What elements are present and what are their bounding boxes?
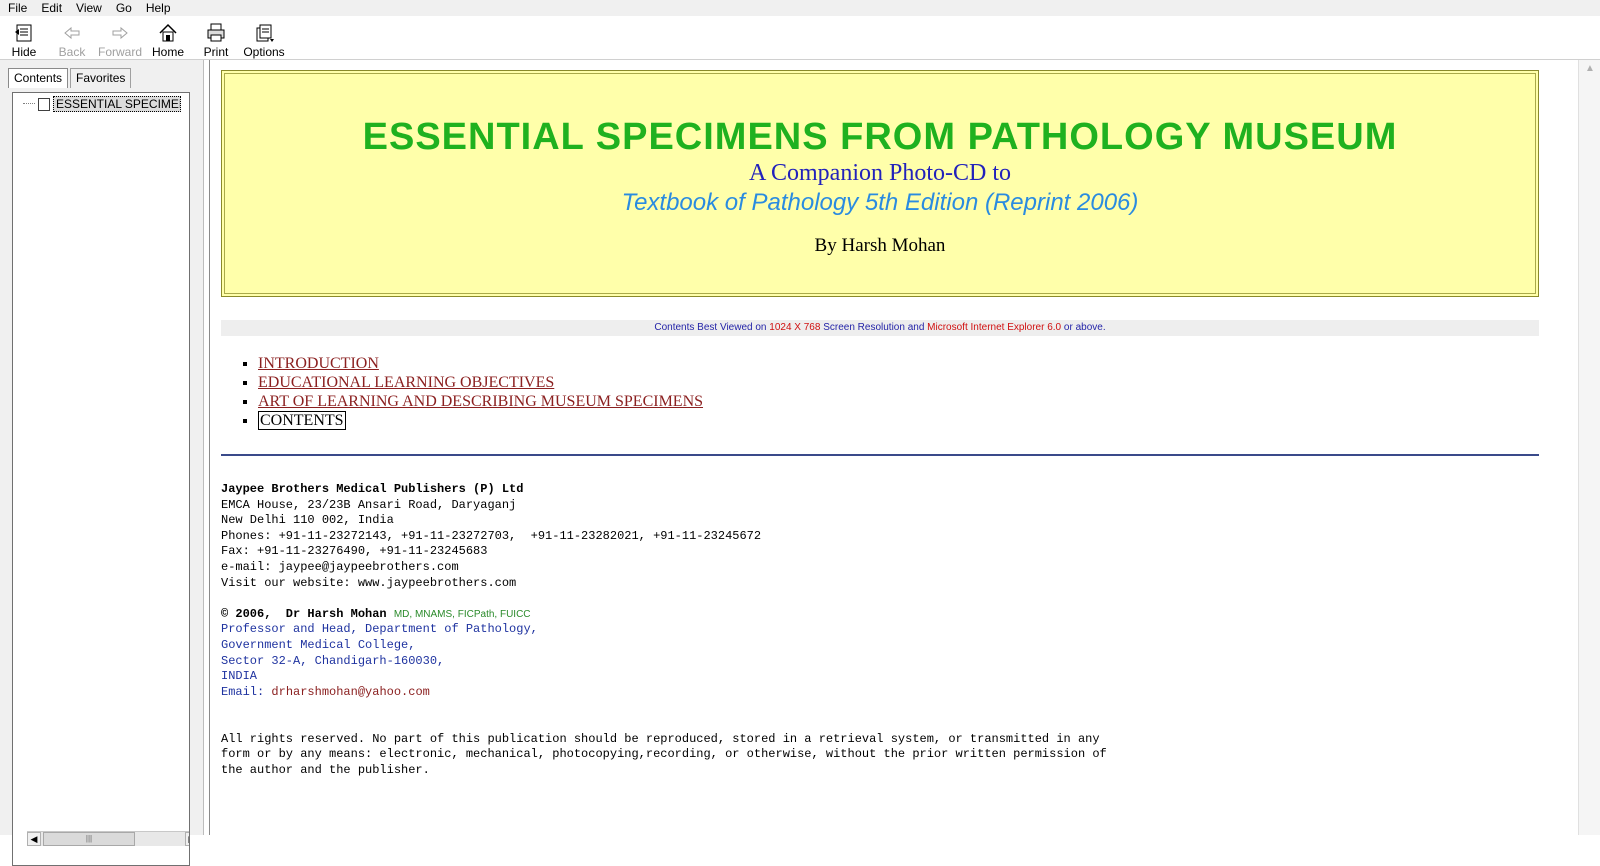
notice-text-3: or above. xyxy=(1061,322,1106,333)
back-label: Back xyxy=(58,45,86,59)
link-introduction[interactable]: INTRODUCTION xyxy=(258,355,379,372)
title-banner: ESSENTIAL SPECIMENS FROM PATHOLOGY MUSEU… xyxy=(221,70,1539,297)
notice-resolution: 1024 X 768 xyxy=(769,322,821,333)
home-icon xyxy=(159,23,177,42)
forward-label: Forward xyxy=(97,45,142,59)
menu-help[interactable]: Help xyxy=(138,1,177,15)
hide-button[interactable]: Hide xyxy=(0,16,48,59)
scroll-right-icon[interactable]: ▶ xyxy=(185,832,189,846)
tab-favorites[interactable]: Favorites xyxy=(70,68,132,88)
print-label: Print xyxy=(203,45,229,59)
back-arrow-icon xyxy=(64,26,80,40)
scroll-thumb[interactable]: ||| xyxy=(43,832,135,846)
viewing-notice: Contents Best Viewed on 1024 X 768 Scree… xyxy=(221,320,1539,336)
publisher-info: Jaypee Brothers Medical Publishers (P) L… xyxy=(221,482,1107,778)
author-line: By Harsh Mohan xyxy=(814,235,946,256)
divider xyxy=(221,454,1539,456)
list-item: INTRODUCTION xyxy=(258,354,703,373)
contents-tree[interactable]: ESSENTIAL SPECIMENS F ◀ ||| ▶ xyxy=(12,92,190,866)
pane-tabs: Contents Favorites xyxy=(8,68,133,88)
list-item: CONTENTS xyxy=(258,411,703,430)
scroll-up-icon[interactable]: ▲ xyxy=(1579,60,1600,78)
printer-icon xyxy=(207,23,225,42)
rights-line-3: the author and the publisher. xyxy=(221,762,430,777)
section-links: INTRODUCTION EDUCATIONAL LEARNING OBJECT… xyxy=(240,354,703,430)
rights-line-2: form or by any means: electronic, mechan… xyxy=(221,747,1107,762)
publisher-website: Visit our website: www.jaypeebrothers.co… xyxy=(221,575,517,590)
rights-line-1: All rights reserved. No part of this pub… xyxy=(221,731,1100,746)
options-label: Options xyxy=(243,45,285,59)
menu-view[interactable]: View xyxy=(68,1,108,15)
publisher-name: Jaypee Brothers Medical Publishers (P) L… xyxy=(221,482,524,496)
author-line-4: INDIA xyxy=(221,669,258,684)
horizontal-scrollbar[interactable]: ◀ ||| ▶ xyxy=(27,831,189,846)
back-button[interactable]: Back xyxy=(48,16,96,59)
notice-browser: Microsoft Internet Explorer 6.0 xyxy=(927,322,1062,333)
tree-connector xyxy=(23,103,35,105)
hide-label: Hide xyxy=(11,45,37,59)
options-button[interactable]: Options xyxy=(240,16,288,59)
publisher-phones: Phones: +91-11-23272143, +91-11-23272703… xyxy=(221,528,762,543)
tree-item[interactable]: ESSENTIAL SPECIMENS F xyxy=(23,96,181,112)
author-line-3: Sector 32-A, Chandigarh-160030, xyxy=(221,653,445,668)
subtitle: A Companion Photo-CD to xyxy=(748,160,1012,186)
link-contents[interactable]: CONTENTS xyxy=(258,411,346,430)
menu-bar: File Edit View Go Help xyxy=(0,0,1600,16)
notice-text-1: Contents Best Viewed on xyxy=(654,322,770,333)
options-icon xyxy=(256,24,274,42)
copyright-line: © 2006, Dr Harsh Mohan xyxy=(221,606,387,621)
page-title: ESSENTIAL SPECIMENS FROM PATHOLOGY MUSEU… xyxy=(362,116,1398,158)
vertical-scrollbar[interactable]: ▲ xyxy=(1578,60,1600,835)
list-item: ART OF LEARNING AND DESCRIBING MUSEUM SP… xyxy=(258,392,703,411)
link-objectives[interactable]: EDUCATIONAL LEARNING OBJECTIVES xyxy=(258,374,554,391)
home-label: Home xyxy=(151,45,184,59)
menu-edit[interactable]: Edit xyxy=(33,1,68,15)
content-pane: ESSENTIAL SPECIMENS FROM PATHOLOGY MUSEU… xyxy=(209,60,1579,835)
publisher-email: e-mail: jaypee@jaypeebrothers.com xyxy=(221,559,459,574)
toolbar: Hide Back Forward Home Print Options xyxy=(0,16,1600,60)
author-email-link[interactable]: drharshmohan@yahoo.com xyxy=(271,685,429,699)
hide-pane-icon xyxy=(15,24,32,42)
author-degrees: MD, MNAMS, FICPath, FUICC xyxy=(393,608,531,620)
home-button[interactable]: Home xyxy=(144,16,192,59)
menu-go[interactable]: Go xyxy=(108,1,138,15)
scroll-left-icon[interactable]: ◀ xyxy=(27,832,41,846)
author-email-label: Email: xyxy=(221,684,272,699)
navigation-pane: Contents Favorites ESSENTIAL SPECIMENS F… xyxy=(0,60,204,866)
tree-item-label: ESSENTIAL SPECIMENS F xyxy=(53,96,181,112)
author-line-2: Government Medical College, xyxy=(221,637,416,652)
menu-file[interactable]: File xyxy=(0,1,33,15)
textbook-title: Textbook of Pathology 5th Edition (Repri… xyxy=(621,189,1139,216)
link-art-of-learning[interactable]: ART OF LEARNING AND DESCRIBING MUSEUM SP… xyxy=(258,393,703,410)
page-icon xyxy=(38,97,50,111)
forward-button[interactable]: Forward xyxy=(96,16,144,59)
list-item: EDUCATIONAL LEARNING OBJECTIVES xyxy=(258,373,703,392)
notice-text-2: Screen Resolution and xyxy=(820,322,928,333)
author-line-1: Professor and Head, Department of Pathol… xyxy=(221,622,538,637)
publisher-fax: Fax: +91-11-23276490, +91-11-23245683 xyxy=(221,544,488,559)
forward-arrow-icon xyxy=(112,26,128,40)
print-button[interactable]: Print xyxy=(192,16,240,59)
publisher-address-1: EMCA House, 23/23B Ansari Road, Daryagan… xyxy=(221,497,517,512)
publisher-address-2: New Delhi 110 002, India xyxy=(221,513,394,528)
tab-contents[interactable]: Contents xyxy=(8,68,69,88)
